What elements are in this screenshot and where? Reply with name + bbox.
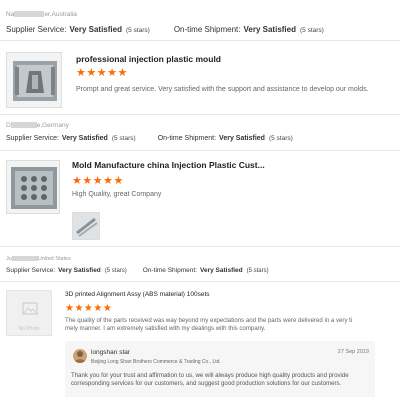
review-photo[interactable] <box>72 212 100 240</box>
reviewer-name: De,Germany <box>6 122 69 129</box>
shipment-value: Very Satisfied <box>219 135 265 142</box>
shipment-label: On-time Shipment: <box>173 25 241 34</box>
reply-date: 27 Sep 2019 <box>337 349 369 355</box>
star-rating: ★★★★★ <box>72 175 124 187</box>
avatar-icon <box>74 351 86 363</box>
product-title[interactable]: professional injection plastic mould <box>76 54 221 64</box>
photo-image <box>73 213 99 239</box>
supplier-service-value: Very Satisfied <box>69 25 122 34</box>
rating-summary: Supplier Service: Very Satisfied (5 star… <box>6 135 293 142</box>
shipment-stars: (5 stars) <box>246 268 269 274</box>
reply-text: Thank you for your trust and affirmation… <box>71 372 349 387</box>
masked-name <box>11 256 38 262</box>
divider <box>0 40 400 41</box>
rating-summary: Supplier Service: Very Satisfied (5 star… <box>6 25 324 34</box>
masked-name <box>10 122 37 129</box>
shipment-value: Very Satisfied <box>243 25 296 34</box>
divider <box>0 114 400 115</box>
review-text: High Quality, great Company <box>72 191 162 198</box>
reply-company: Beijing Long Shan Brothers Commerce & Tr… <box>91 359 221 365</box>
supplier-service-label: Supplier Service: <box>6 267 56 274</box>
shipment-stars: (5 stars) <box>300 27 324 34</box>
shipment-label: On-time Shipment: <box>142 267 197 274</box>
mould-image <box>11 167 57 209</box>
reviewer-name: Na er,Australia <box>6 11 77 18</box>
reply-name: longshan star <box>91 349 131 356</box>
seller-reply: longshan star Beijing Long Shan Brothers… <box>65 341 375 397</box>
supplier-service-stars: (5 stars) <box>111 135 136 142</box>
divider <box>0 281 400 282</box>
supplier-service-stars: (5 stars) <box>125 27 150 34</box>
divider <box>0 246 400 247</box>
shipment-stars: (5 stars) <box>268 135 293 142</box>
mould-image <box>13 61 57 101</box>
product-thumbnail[interactable] <box>6 52 62 108</box>
supplier-service-value: Very Satisfied <box>58 267 101 274</box>
avatar <box>73 349 87 363</box>
supplier-service-label: Supplier Service: <box>6 25 67 34</box>
no-photo-label: No Photo <box>18 326 40 332</box>
masked-name <box>14 11 45 18</box>
product-thumbnail[interactable] <box>6 160 60 214</box>
reviewer-name: Ju United States <box>6 256 71 262</box>
supplier-service-label: Supplier Service: <box>6 135 59 142</box>
shipment-value: Very Satisfied <box>199 267 243 274</box>
star-rating: ★★★★★ <box>76 67 128 79</box>
divider <box>0 150 400 151</box>
review-text: Prompt and great service. Very satisfied… <box>76 86 369 93</box>
star-rating: ★★★★★ <box>65 303 113 314</box>
review-text: The quality of the parts received was wa… <box>65 317 353 332</box>
rating-summary: Supplier Service: Very Satisfied (5 star… <box>6 267 269 274</box>
supplier-service-stars: (5 stars) <box>104 268 127 274</box>
supplier-service-value: Very Satisfied <box>61 135 108 142</box>
product-title[interactable]: Mold Manufacture china Injection Plastic… <box>72 160 265 170</box>
image-placeholder-icon <box>22 302 38 315</box>
no-photo-placeholder: No Photo <box>6 290 52 336</box>
product-title[interactable]: 3D printed Alignment Assy (ABS material)… <box>65 291 210 298</box>
shipment-label: On-time Shipment: <box>157 135 217 142</box>
